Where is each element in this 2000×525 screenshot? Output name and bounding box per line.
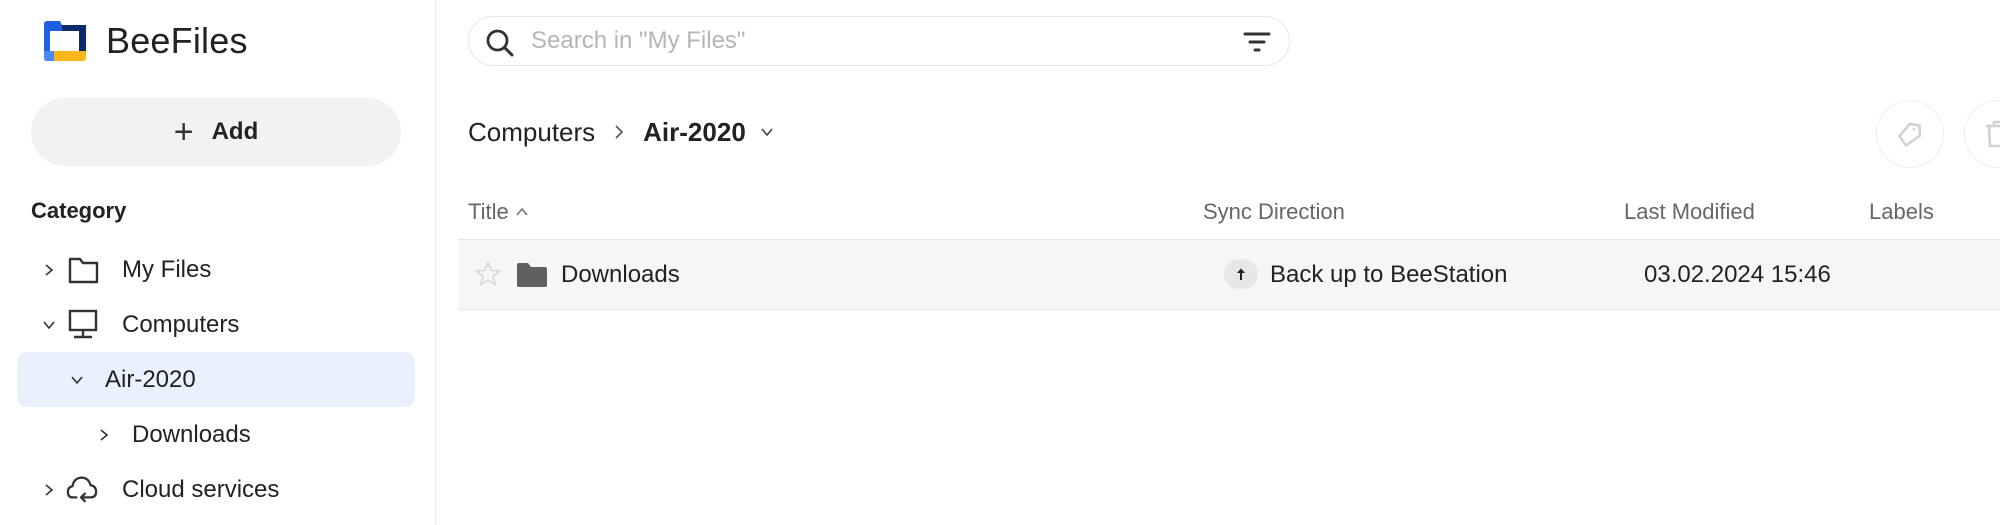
add-button[interactable]: + Add <box>31 98 401 166</box>
sidebar-item-label: Air-2020 <box>105 365 196 393</box>
main-content: Computers Air-2020 Title Sync Direction … <box>438 0 2000 525</box>
app-name: BeeFiles <box>106 20 248 61</box>
delete-button[interactable] <box>1964 100 2000 168</box>
sidebar-item-label: Downloads <box>132 420 251 448</box>
label-button[interactable] <box>1876 100 1944 168</box>
search-bar <box>468 16 1290 66</box>
sidebar: BeeFiles + Add Category My Files Compute… <box>0 0 436 525</box>
sidebar-item-cloud-services[interactable]: Cloud services <box>17 462 415 517</box>
breadcrumb: Computers Air-2020 <box>468 114 774 150</box>
cloud-sync-icon <box>66 476 98 503</box>
plus-icon: + <box>173 113 194 151</box>
star-icon[interactable] <box>474 260 502 288</box>
sidebar-item-computers[interactable]: Computers <box>17 297 415 352</box>
chevron-right-icon[interactable] <box>39 260 59 280</box>
file-name: Downloads <box>561 261 680 288</box>
arrow-up-icon <box>1237 268 1245 280</box>
chevron-down-icon[interactable] <box>760 125 774 139</box>
sidebar-item-downloads[interactable]: Downloads <box>17 407 415 462</box>
chevron-right-icon[interactable] <box>94 425 114 445</box>
add-button-label: Add <box>211 118 259 145</box>
column-header-sync-direction[interactable]: Sync Direction <box>1203 199 1345 225</box>
search-icon <box>486 29 514 57</box>
chevron-right-icon <box>615 125 624 139</box>
search-input[interactable] <box>531 23 1211 59</box>
sort-ascending-icon <box>516 207 528 216</box>
last-modified: 03.02.2024 15:46 <box>1644 261 1831 288</box>
breadcrumb-air-2020[interactable]: Air-2020 <box>643 117 746 148</box>
sync-direction-text: Back up to BeeStation <box>1270 261 1508 288</box>
breadcrumb-computers[interactable]: Computers <box>468 117 595 148</box>
trash-icon <box>1986 120 2000 148</box>
beefiles-logo-icon <box>44 21 86 61</box>
chevron-down-icon[interactable] <box>67 370 87 390</box>
filter-icon[interactable] <box>1243 30 1271 54</box>
tag-icon <box>1898 122 1922 147</box>
sync-direction-badge <box>1224 259 1258 289</box>
column-title-label: Title <box>468 199 509 224</box>
sidebar-item-label: Computers <box>122 310 240 338</box>
chevron-down-icon[interactable] <box>39 315 59 335</box>
sidebar-item-air-2020[interactable]: Air-2020 <box>17 352 415 407</box>
sidebar-item-label: My Files <box>122 255 212 283</box>
monitor-icon <box>68 309 98 339</box>
column-header-labels[interactable]: Labels <box>1869 199 1934 225</box>
sidebar-item-my-files[interactable]: My Files <box>17 242 415 297</box>
category-heading: Category <box>31 198 127 223</box>
folder-outline-icon <box>68 257 99 284</box>
app-logo: BeeFiles <box>42 20 248 62</box>
column-header-last-modified[interactable]: Last Modified <box>1624 199 1755 225</box>
chevron-right-icon[interactable] <box>39 480 59 500</box>
table-row[interactable]: Downloads Back up to BeeStation 03.02.20… <box>458 239 2000 310</box>
column-header-title[interactable]: Title <box>468 199 529 225</box>
folder-icon <box>517 263 547 287</box>
sidebar-item-label: Cloud services <box>122 475 280 503</box>
